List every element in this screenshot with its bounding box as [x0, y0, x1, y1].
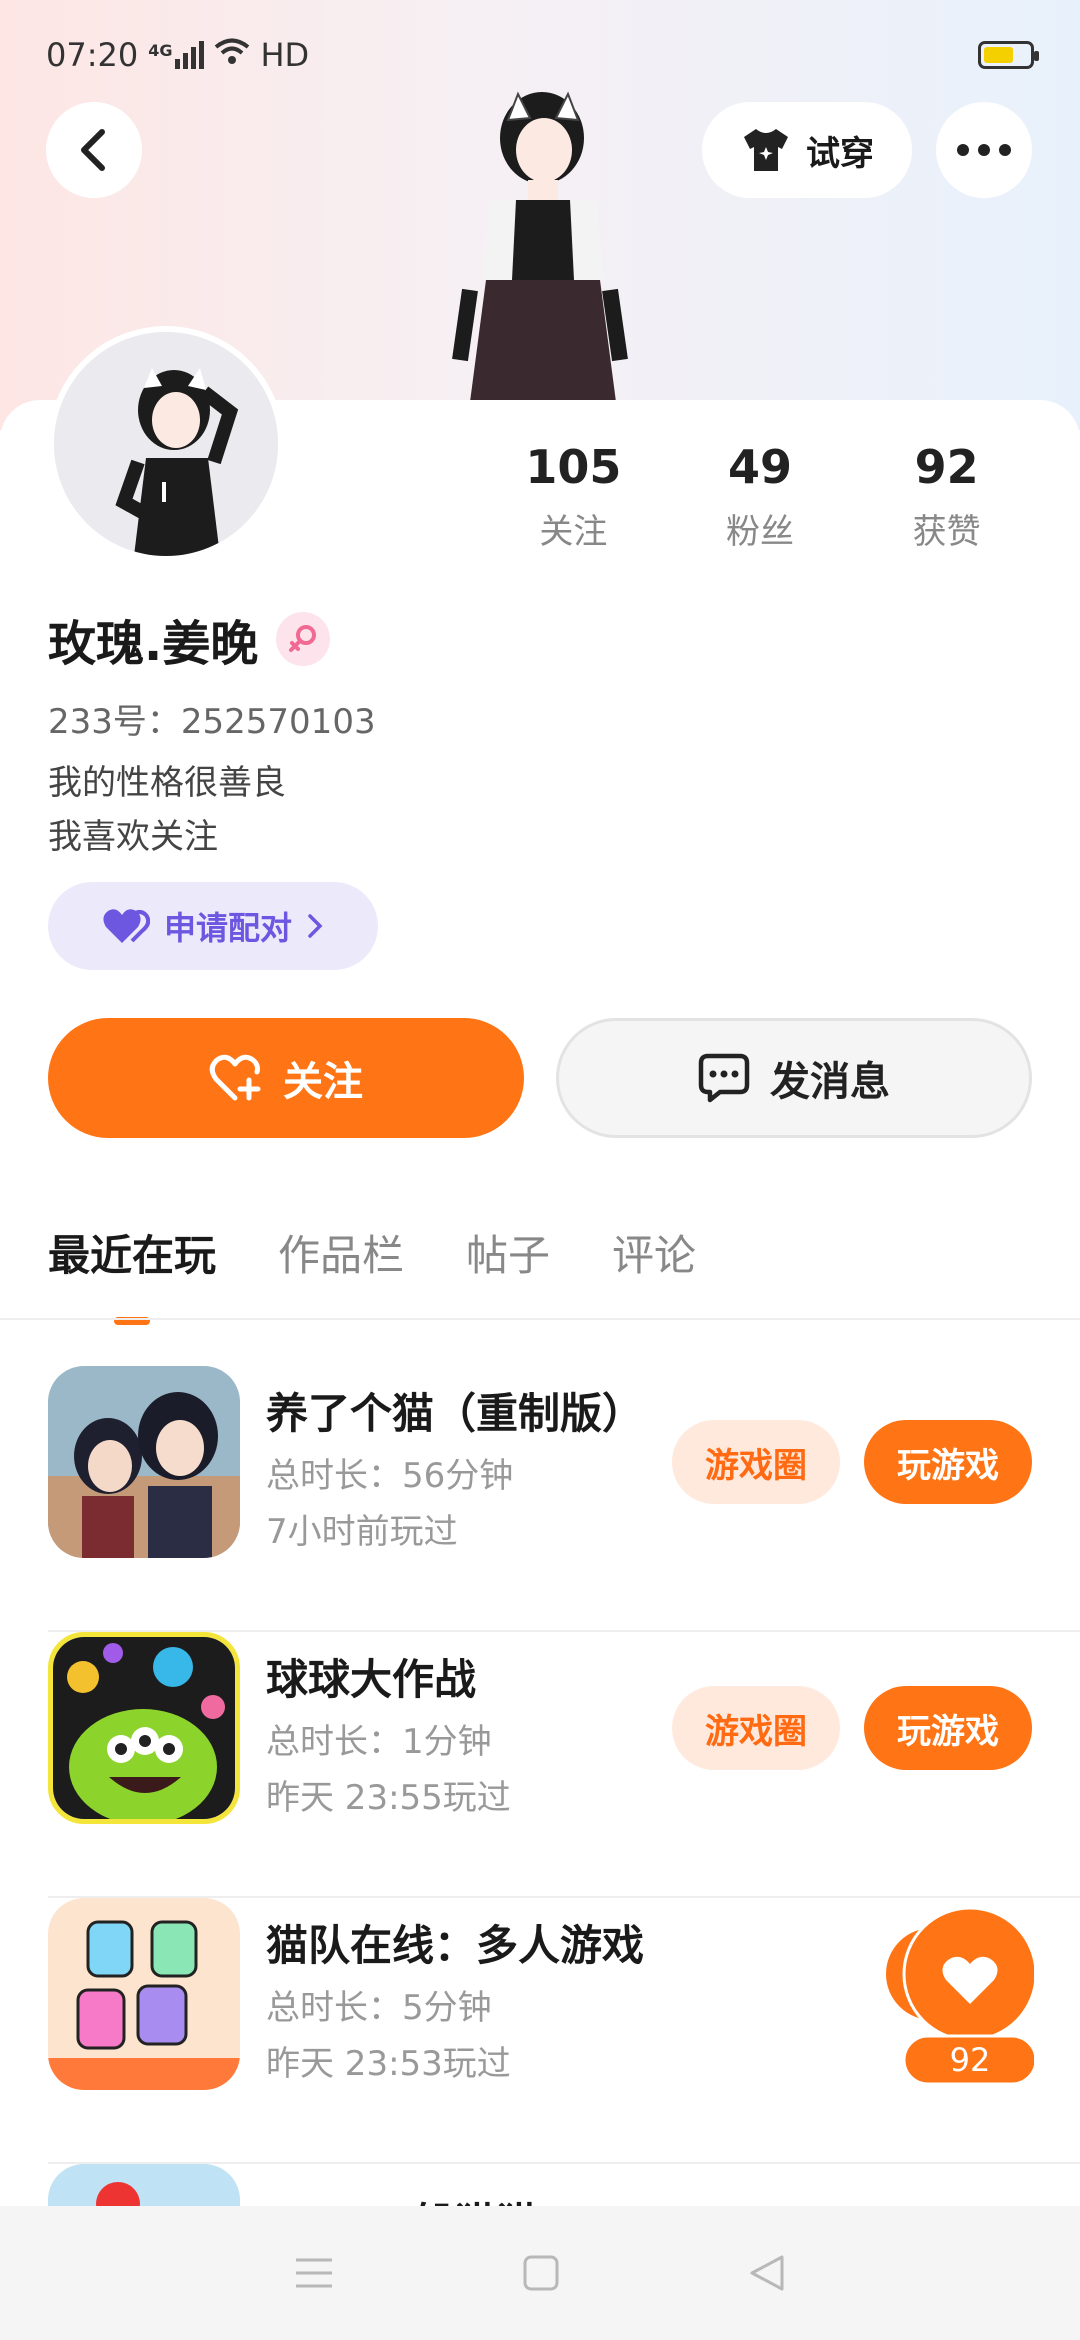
tshirt-icon: [744, 129, 788, 171]
game-last-played: 7小时前玩过: [266, 1512, 458, 1552]
tab-works[interactable]: 作品栏: [278, 1222, 404, 1283]
game-title: 球球大作战: [266, 1655, 477, 1704]
stat-number: 92: [914, 440, 979, 494]
floating-like-button[interactable]: 92: [884, 1906, 1038, 2088]
profile-bio: 我的性格很善良 我喜欢关注: [48, 756, 286, 864]
request-pair-button[interactable]: 申请配对: [48, 882, 378, 970]
signal-icon: 4G: [148, 41, 205, 69]
game-duration: 总时长：5分钟: [266, 1988, 492, 2028]
tab-posts[interactable]: 帖子: [466, 1222, 550, 1283]
game-title: 养了个猫（重制版）: [266, 1389, 645, 1438]
game-thumbnail: [48, 1632, 240, 1824]
tab-recently-played[interactable]: 最近在玩: [48, 1222, 216, 1325]
system-nav-bar: [0, 2206, 1080, 2340]
follow-button[interactable]: 关注: [48, 1018, 524, 1138]
stat-followers[interactable]: 49 粉丝: [667, 440, 854, 553]
game-last-played: 昨天 23:55玩过: [266, 1778, 511, 1818]
chevron-right-icon: [308, 914, 323, 938]
menu-icon[interactable]: [294, 2256, 334, 2290]
wifi-label: HD: [260, 36, 310, 74]
play-game-button[interactable]: 玩游戏: [864, 1686, 1032, 1770]
list-item[interactable]: 球球大作战 总时长：1分钟 昨天 23:55玩过 游戏圈 玩游戏: [48, 1632, 1080, 1898]
back-nav-icon[interactable]: [748, 2253, 786, 2293]
follow-label: 关注: [283, 1059, 363, 1105]
avatar[interactable]: [48, 326, 284, 562]
female-icon: [276, 612, 331, 666]
profile-stats: 105 关注 49 粉丝 92 获赞: [480, 440, 1040, 553]
status-time: 07:20: [46, 36, 139, 74]
game-thumbnail: [48, 1898, 240, 2090]
battery-icon: [978, 41, 1039, 69]
try-on-button[interactable]: 试穿: [702, 102, 912, 198]
pair-label: 申请配对: [163, 909, 292, 947]
heart-icon: [103, 909, 150, 943]
message-label: 发消息: [770, 1059, 890, 1105]
game-duration: 总时长：1分钟: [266, 1722, 492, 1762]
profile-name-row: 玫瑰.姜晚: [48, 604, 331, 674]
send-message-button[interactable]: 发消息: [556, 1018, 1032, 1138]
game-last-played: 昨天 23:53玩过: [266, 2044, 511, 2084]
status-bar: 07:20 4G HD: [46, 30, 1039, 80]
stat-number: 105: [525, 440, 622, 494]
try-on-label: 试穿: [806, 133, 874, 174]
stat-label: 关注: [539, 512, 608, 552]
back-icon: [81, 129, 105, 171]
tab-comments[interactable]: 评论: [612, 1222, 696, 1283]
stat-following[interactable]: 105 关注: [480, 440, 667, 553]
bio-line: 我喜欢关注: [48, 817, 218, 857]
profile-name: 玫瑰.姜晚: [48, 616, 259, 672]
like-count: 92: [949, 2041, 991, 2079]
game-thumbnail: [48, 1366, 240, 1558]
more-button[interactable]: [936, 102, 1032, 198]
bio-line: 我的性格很善良: [48, 763, 286, 803]
play-game-button[interactable]: 玩游戏: [864, 1420, 1032, 1504]
game-duration: 总时长：56分钟: [266, 1456, 514, 1496]
back-button[interactable]: [46, 102, 142, 198]
heart-plus-icon: [209, 1054, 261, 1101]
home-icon[interactable]: [522, 2254, 560, 2292]
profile-tabs: 最近在玩 作品栏 帖子 评论: [48, 1222, 696, 1325]
profile-uid: 233号：252570103: [48, 702, 376, 742]
game-circle-button[interactable]: 游戏圈: [672, 1420, 840, 1504]
more-icon: [957, 144, 1011, 156]
stat-label: 粉丝: [726, 512, 794, 552]
stat-label: 获赞: [912, 512, 981, 552]
stat-number: 49: [728, 440, 793, 494]
game-circle-button[interactable]: 游戏圈: [672, 1686, 840, 1770]
game-title: 猫队在线：多人游戏: [266, 1921, 645, 1970]
tab-divider: [0, 1318, 1080, 1320]
avatar-3d-figure: [420, 80, 660, 402]
network-type: 4G: [148, 41, 173, 60]
list-item[interactable]: 养了个猫（重制版） 总时长：56分钟 7小时前玩过 游戏圈 玩游戏: [48, 1366, 1080, 1632]
chat-icon: [698, 1053, 750, 1103]
wifi-icon: [214, 36, 250, 74]
stat-likes[interactable]: 92 获赞: [853, 440, 1040, 553]
